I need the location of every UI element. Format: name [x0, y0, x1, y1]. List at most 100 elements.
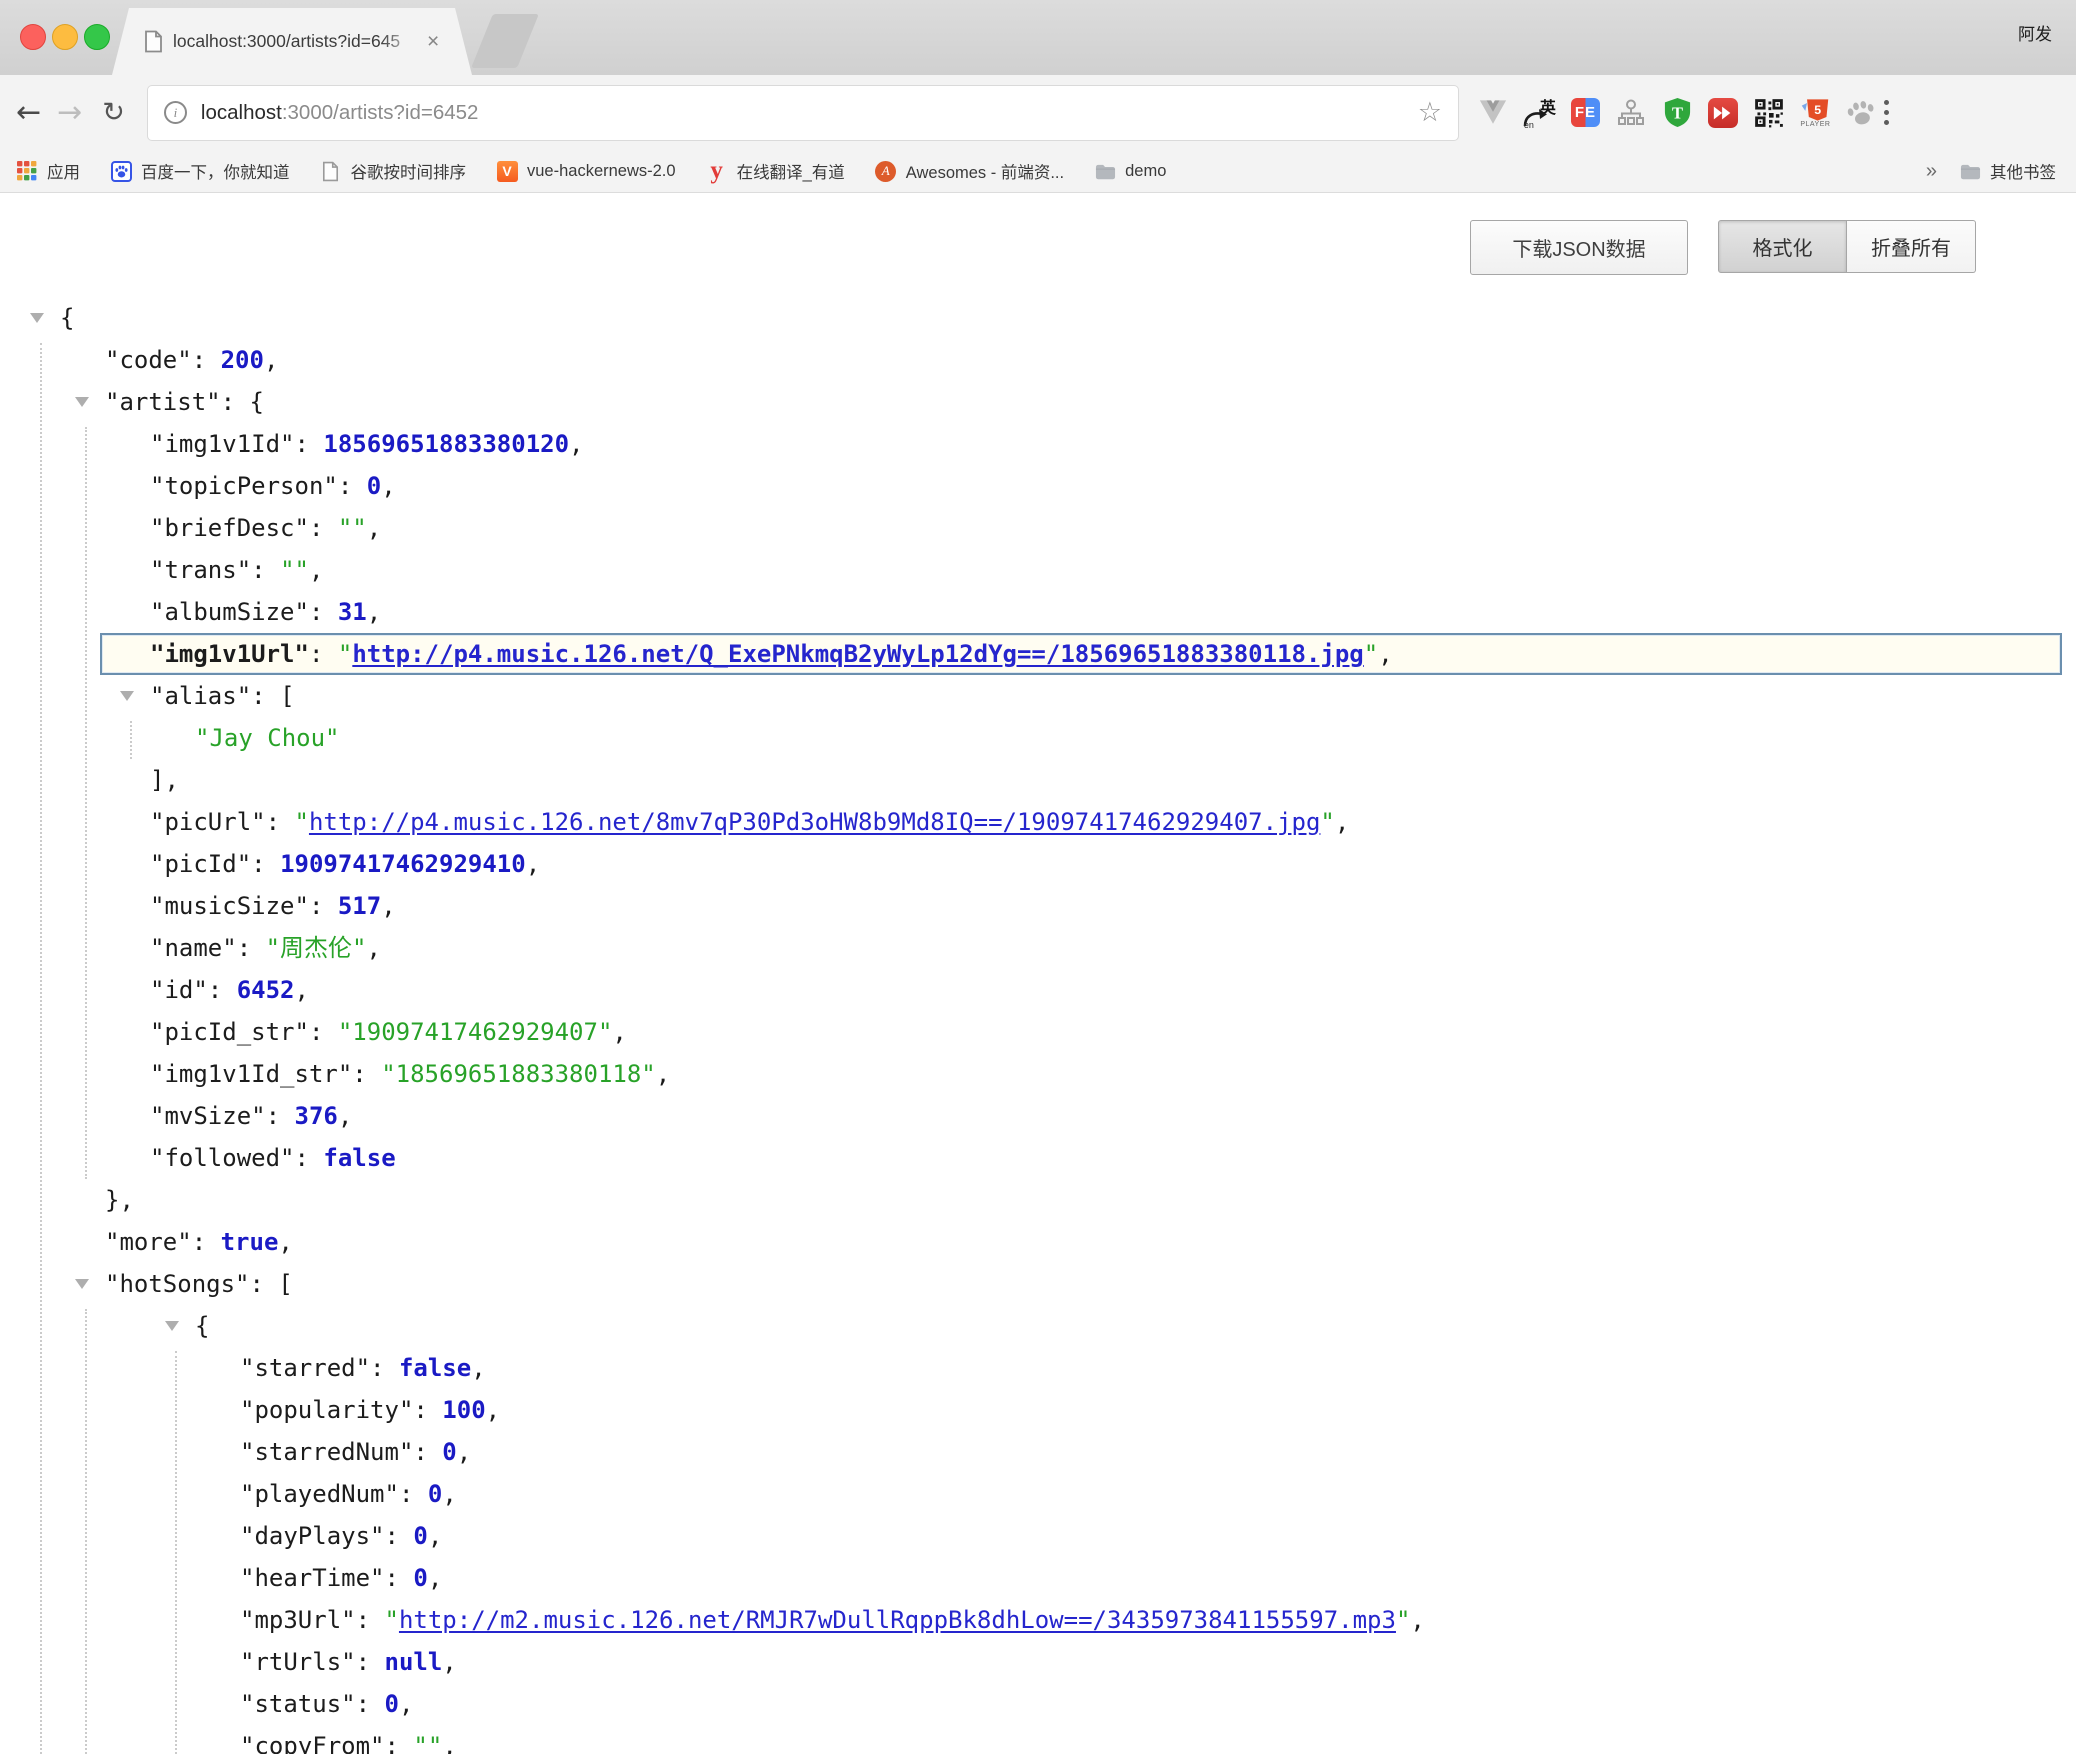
json-colon: : — [309, 514, 338, 542]
collapse-arrow-icon[interactable] — [120, 691, 134, 701]
fullscreen-window-button[interactable] — [84, 24, 110, 50]
bookmark-label: 谷歌按时间排序 — [351, 159, 467, 183]
html5-player-icon[interactable]: 5 PLAYER — [1799, 96, 1832, 129]
bookmark-label: 应用 — [47, 159, 80, 183]
video-speed-icon[interactable] — [1707, 96, 1740, 129]
browser-tab[interactable]: localhost:3000/artists?id=645 × — [112, 8, 472, 75]
json-bracket: { — [195, 1312, 209, 1340]
json-number: 0 — [367, 472, 381, 500]
bookmark-label: demo — [1125, 162, 1166, 181]
json-comma: , — [656, 1060, 670, 1088]
json-colon: : — [338, 472, 367, 500]
page-icon — [320, 160, 342, 182]
bookmark-item[interactable]: 百度一下，你就知道 — [110, 159, 290, 183]
folder-icon — [1094, 160, 1116, 182]
json-string: "18569651883380118" — [381, 1060, 656, 1088]
collapse-arrow-icon[interactable] — [75, 397, 89, 407]
format-button[interactable]: 格式化 — [1718, 220, 1847, 273]
svg-text:T: T — [1672, 103, 1683, 122]
tampermonkey-shield-icon[interactable]: T — [1661, 96, 1694, 129]
json-line: "alias": [ — [0, 675, 2076, 717]
json-key: "topicPerson" — [150, 472, 338, 500]
bookmark-item[interactable]: Vvue-hackernews-2.0 — [496, 160, 676, 182]
close-window-button[interactable] — [20, 24, 46, 50]
folder-icon — [1959, 160, 1981, 182]
browser-menu-icon[interactable] — [1884, 100, 1889, 125]
json-line: "picId_str": "19097417462929407", — [0, 1011, 2076, 1053]
json-number: 18569651883380120 — [323, 430, 569, 458]
json-comma: , — [428, 1564, 442, 1592]
json-colon: : — [309, 640, 338, 668]
json-number: 19097417462929410 — [280, 850, 526, 878]
json-key: "rtUrls" — [240, 1648, 356, 1676]
profile-name[interactable]: 阿发 — [2018, 20, 2052, 45]
bookmark-label: Awesomes - 前端资... — [906, 159, 1064, 183]
apps-grid-icon — [16, 160, 38, 182]
json-number: 100 — [442, 1396, 485, 1424]
bookmark-item[interactable]: 谷歌按时间排序 — [320, 159, 467, 183]
json-colon: : — [251, 556, 280, 584]
json-line: "albumSize": 31, — [0, 591, 2076, 633]
json-key: "hearTime" — [240, 1564, 385, 1592]
json-bracket: { — [60, 304, 74, 332]
json-quote: " — [1396, 1606, 1410, 1634]
json-key: "name" — [150, 934, 237, 962]
json-line: "img1v1Id": 18569651883380120, — [0, 423, 2076, 465]
json-comma: , — [264, 346, 278, 374]
json-line: "dayPlays": 0, — [0, 1515, 2076, 1557]
collapse-arrow-icon[interactable] — [165, 1321, 179, 1331]
paw-icon[interactable] — [1845, 96, 1878, 129]
vue-devtools-icon[interactable] — [1477, 96, 1510, 129]
new-tab-button[interactable] — [471, 14, 539, 68]
bookmark-star-icon[interactable]: ☆ — [1418, 97, 1442, 128]
json-key: "copyFrom" — [240, 1732, 385, 1754]
json-colon: : — [356, 1606, 385, 1634]
json-comma: , — [1410, 1606, 1424, 1634]
minimize-window-button[interactable] — [52, 24, 78, 50]
bookmark-item[interactable]: AAwesomes - 前端资... — [875, 159, 1064, 183]
bookmark-item[interactable]: y在线翻译_有道 — [706, 159, 845, 183]
page-favicon-icon — [144, 30, 163, 53]
tab-close-icon[interactable]: × — [427, 31, 439, 52]
json-colon: : — [309, 598, 338, 626]
back-button[interactable]: ← — [16, 98, 41, 128]
json-colon: : — [309, 1018, 338, 1046]
collapse-all-button[interactable]: 折叠所有 — [1847, 220, 1976, 273]
json-line: "copyFrom": "", — [0, 1725, 2076, 1754]
address-bar[interactable]: i localhost:3000/artists?id=6452 ☆ — [147, 85, 1459, 141]
json-line: "hotSongs": [ — [0, 1263, 2076, 1305]
reload-button[interactable]: ↻ — [102, 99, 125, 126]
json-colon: : — [192, 346, 221, 374]
json-url-link[interactable]: http://m2.music.126.net/RMJR7wDullRqppBk… — [399, 1606, 1396, 1634]
json-bracket: [ — [280, 682, 294, 710]
json-colon: : — [385, 1522, 414, 1550]
json-colon: : — [266, 1102, 295, 1130]
json-url-link[interactable]: http://p4.music.126.net/8mv7qP30Pd3oHW8b… — [309, 808, 1320, 836]
qrcode-icon[interactable] — [1753, 96, 1786, 129]
json-number: 200 — [221, 346, 264, 374]
json-url-link[interactable]: http://p4.music.126.net/Q_ExePNkmqB2yWyL… — [352, 640, 1363, 668]
site-info-icon[interactable]: i — [164, 101, 187, 124]
json-colon: : — [251, 682, 280, 710]
download-json-button[interactable]: 下载JSON数据 — [1470, 220, 1688, 275]
proxy-sitemap-icon[interactable] — [1615, 96, 1648, 129]
bookmarks-overflow-icon[interactable]: » — [1926, 160, 1937, 183]
fe-extension-icon[interactable]: FE — [1569, 96, 1602, 129]
bookmark-item[interactable]: 应用 — [16, 159, 80, 183]
bookmark-item[interactable]: demo — [1094, 160, 1166, 182]
json-comma: , — [526, 850, 540, 878]
bookmark-label: 百度一下，你就知道 — [141, 159, 290, 183]
translate-icon[interactable]: 英 en — [1523, 96, 1556, 129]
collapse-arrow-icon[interactable] — [30, 313, 44, 323]
url-host: localhost — [201, 101, 282, 124]
forward-button-disabled[interactable]: → — [57, 98, 82, 128]
json-line: "status": 0, — [0, 1683, 2076, 1725]
collapse-arrow-icon[interactable] — [75, 1279, 89, 1289]
json-comma: , — [381, 892, 395, 920]
json-line: { — [0, 1305, 2076, 1347]
other-bookmarks-folder[interactable]: 其他书签 — [1959, 159, 2056, 183]
json-line: "musicSize": 517, — [0, 885, 2076, 927]
json-key: "mp3Url" — [240, 1606, 356, 1634]
json-key: "briefDesc" — [150, 514, 309, 542]
json-line: "playedNum": 0, — [0, 1473, 2076, 1515]
